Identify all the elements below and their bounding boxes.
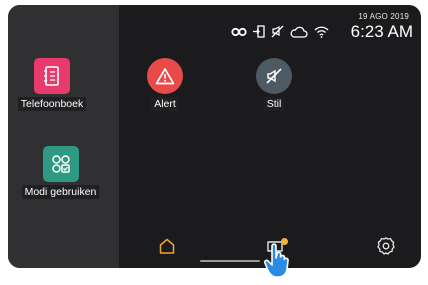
app-label-stil: Stil [263,97,285,111]
home-indicator-bar [200,260,260,262]
alert-icon [147,58,183,94]
nav-settings-button[interactable] [374,236,398,260]
app-telefoonboek[interactable]: Telefoonboek [9,58,95,112]
status-time: 6:23 AM [350,22,413,41]
gear-icon [376,236,396,261]
app-label-alert: Alert [151,97,179,111]
modes-icon [42,146,79,182]
device-screen: 19 AGO 2019 6:23 AM Telefoonboek Alert S… [8,5,421,268]
nav-home-button[interactable] [155,236,179,260]
app-modi-gebruiken[interactable]: Modi gebruiken [9,146,112,200]
app-label-modi-gebruiken: Modi gebruiken [21,185,100,199]
mute-icon [271,25,284,38]
pointer-hand-icon [263,242,301,285]
app-alert[interactable]: Alert [140,58,190,112]
left-panel [8,5,119,268]
phonebook-icon [34,58,70,94]
silent-icon [256,58,292,94]
app-stil[interactable]: Stil [249,58,299,112]
status-bar: 19 AGO 2019 6:23 AM [193,12,413,42]
cloud-icon [290,26,308,38]
app-label-telefoonboek: Telefoonboek [17,97,87,111]
home-icon [158,237,176,260]
infinity-icon [231,27,247,37]
door-lock-icon [253,25,265,38]
wifi-icon [314,26,329,38]
status-date: 19 AGO 2019 [358,12,409,21]
status-icons [231,25,329,38]
